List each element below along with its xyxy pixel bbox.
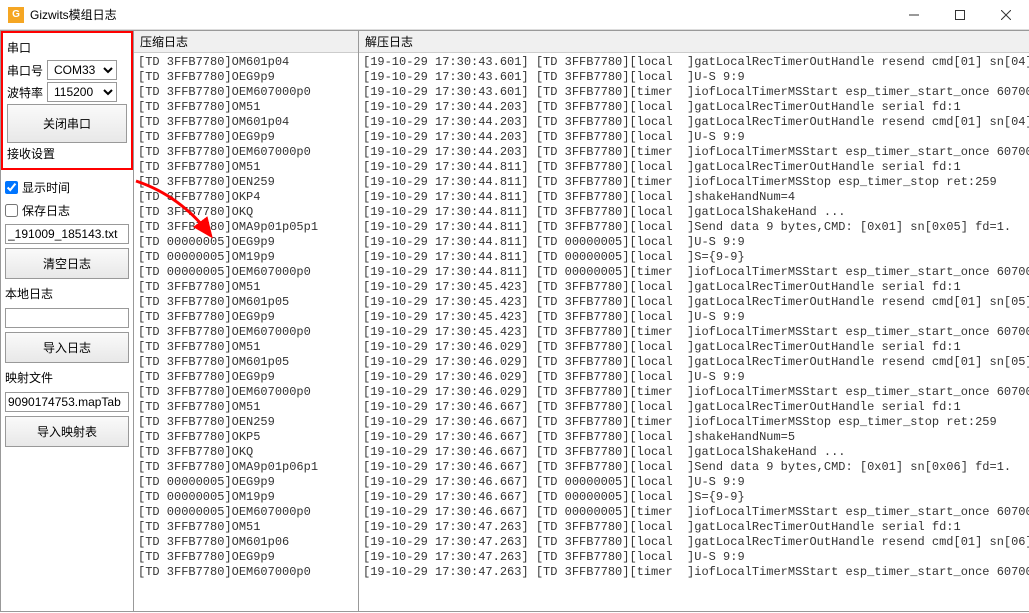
decompressed-header: 解压日志: [359, 31, 1029, 53]
map-file-title: 映射文件: [5, 367, 129, 388]
compressed-pane: 压缩日志 [TD 3FFB7780]OM601p04 [TD 3FFB7780]…: [134, 30, 359, 612]
local-log-title: 本地日志: [5, 283, 129, 304]
minimize-button[interactable]: [891, 0, 937, 30]
save-log-checkbox[interactable]: [5, 204, 18, 217]
port-select[interactable]: COM33: [47, 60, 117, 80]
baud-select[interactable]: 115200: [47, 82, 117, 102]
close-serial-button[interactable]: 关闭串口: [7, 104, 127, 143]
close-button[interactable]: [983, 0, 1029, 30]
maximize-button[interactable]: [937, 0, 983, 30]
local-path-input[interactable]: [5, 308, 129, 328]
serial-group-title: 串口: [7, 37, 127, 58]
window-title: Gizwits模组日志: [30, 6, 891, 23]
save-log-label: 保存日志: [22, 202, 70, 219]
decompressed-log-body[interactable]: [19-10-29 17:30:43.601] [TD 3FFB7780][lo…: [359, 53, 1029, 611]
baud-label: 波特率: [7, 84, 43, 101]
decompressed-pane: 解压日志 [19-10-29 17:30:43.601] [TD 3FFB778…: [359, 30, 1029, 612]
save-path-input[interactable]: [5, 224, 129, 244]
port-label: 串口号: [7, 62, 43, 79]
map-path-input[interactable]: [5, 392, 129, 412]
import-log-button[interactable]: 导入日志: [5, 332, 129, 363]
clear-log-button[interactable]: 清空日志: [5, 248, 129, 279]
show-time-checkbox[interactable]: [5, 181, 18, 194]
recv-settings-title: 接收设置: [7, 143, 127, 164]
app-icon: G: [8, 7, 24, 23]
sidebar: 串口 串口号 COM33 波特率 115200 关闭串口 接收设置 显示时间 保…: [0, 30, 134, 612]
compressed-header: 压缩日志: [134, 31, 358, 53]
import-map-button[interactable]: 导入映射表: [5, 416, 129, 447]
titlebar: G Gizwits模组日志: [0, 0, 1029, 30]
compressed-log-body[interactable]: [TD 3FFB7780]OM601p04 [TD 3FFB7780]OEG9p…: [134, 53, 358, 611]
serial-highlight: 串口 串口号 COM33 波特率 115200 关闭串口 接收设置: [1, 31, 133, 170]
show-time-label: 显示时间: [22, 179, 70, 196]
